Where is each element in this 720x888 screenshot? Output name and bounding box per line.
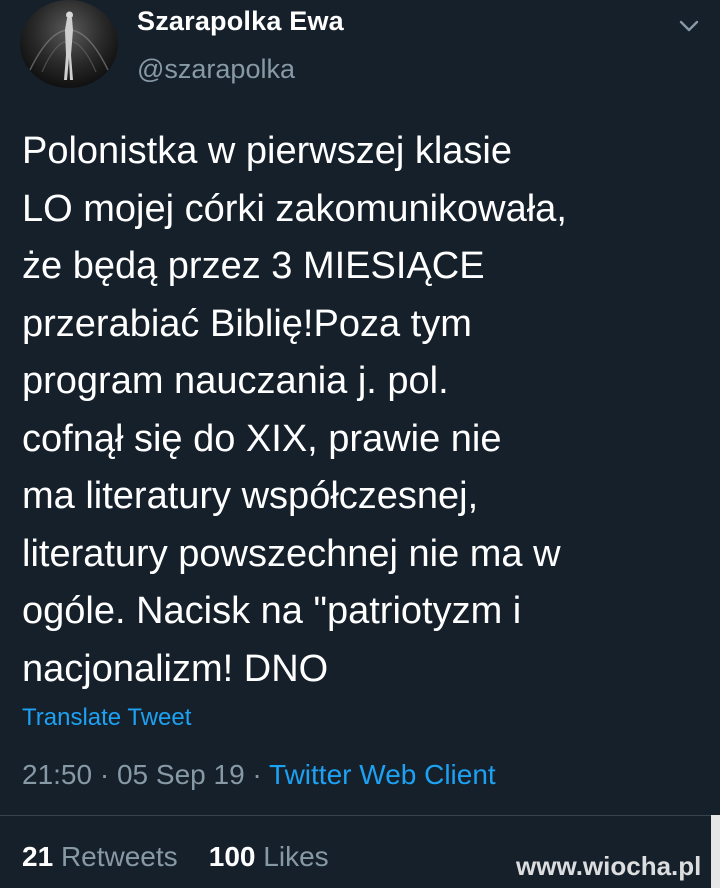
meta-separator: · xyxy=(252,759,262,790)
divider xyxy=(0,815,720,816)
likes-label: Likes xyxy=(263,841,329,872)
likes-stat[interactable]: 100 Likes xyxy=(209,841,329,872)
tweet-time[interactable]: 21:50 xyxy=(22,759,92,790)
chevron-down-icon[interactable] xyxy=(674,14,704,38)
scrollbar[interactable] xyxy=(711,815,720,888)
tweet-text-line: Polonistka w pierwszej klasie xyxy=(22,130,512,172)
tweet-text-line: że będą przez 3 MIESIĄCE xyxy=(22,245,485,287)
tweet-date[interactable]: 05 Sep 19 xyxy=(117,759,245,790)
username[interactable]: @szarapolka xyxy=(137,54,295,85)
tweet-text-line: ma literatury współczesnej, xyxy=(22,475,479,517)
tweet-detail: Szarapolka Ewa @szarapolka Polonistka w … xyxy=(0,0,720,888)
tweet-text-line: nacjonalizm! DNO xyxy=(22,647,329,690)
tweet-text-line: cofnął się do XIX, prawie nie xyxy=(22,417,502,460)
avatar-photo-icon xyxy=(29,11,109,80)
meta-separator: · xyxy=(99,759,110,790)
tweet-text-line: przerabiać Biblię!Poza tym xyxy=(22,302,472,345)
likes-count: 100 xyxy=(208,841,256,872)
client-link[interactable]: Twitter Web Client xyxy=(269,759,496,790)
retweets-count: 21 xyxy=(22,841,54,872)
tweet-meta: 21:50 · 05 Sep 19 · Twitter Web Client xyxy=(22,759,496,791)
tweet-stats: 21 Retweets 100 Likes xyxy=(22,841,329,873)
tweet-text-line: program nauczania j. pol. xyxy=(22,360,449,402)
watermark: www.wiocha.pl xyxy=(516,851,702,881)
display-name[interactable]: Szarapolka Ewa xyxy=(137,6,344,37)
retweets-label: Retweets xyxy=(60,841,178,872)
tweet-text: Polonistka w pierwszej klasie LO mojej c… xyxy=(22,123,702,698)
tweet-text-line: LO mojej córki zakomunikowała, xyxy=(22,187,567,230)
tweet-text-line: ogóle. Nacisk na "patriotyzm i xyxy=(22,590,522,632)
avatar[interactable] xyxy=(20,0,118,88)
tweet-text-line: literatury powszechnej nie ma w xyxy=(22,532,561,575)
retweets-stat[interactable]: 21 Retweets xyxy=(22,841,178,872)
translate-tweet-link[interactable]: Translate Tweet xyxy=(22,704,191,732)
